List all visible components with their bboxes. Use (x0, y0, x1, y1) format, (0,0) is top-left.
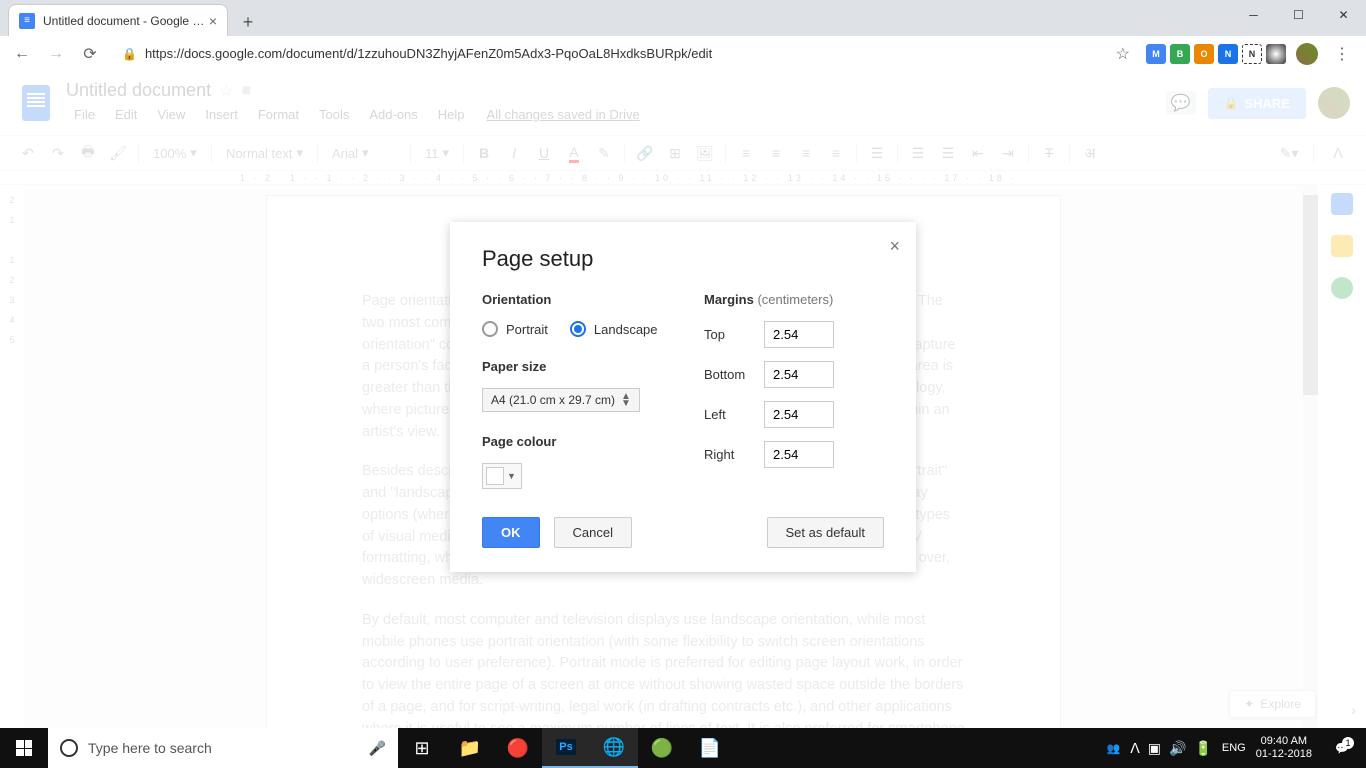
portrait-radio[interactable]: Portrait (482, 321, 548, 337)
orientation-label: Orientation (482, 292, 674, 307)
app-icon[interactable]: 🔴 (494, 728, 542, 768)
browser-tab[interactable]: ≡ Untitled document - Google Doc × (8, 4, 228, 36)
task-view-button[interactable]: ⊞ (398, 728, 446, 768)
margin-right-input[interactable] (764, 441, 834, 468)
stepper-icon: ▲▼ (621, 393, 631, 407)
bookmark-star-icon[interactable]: ☆ (1116, 44, 1130, 64)
tab-bar: ≡ Untitled document - Google Doc × + (0, 0, 1366, 36)
browser-chrome: ≡ Untitled document - Google Doc × + ─ ☐… (0, 0, 1366, 71)
notification-center-button[interactable]: 💬1 (1322, 742, 1362, 755)
profile-icon[interactable] (1296, 43, 1318, 65)
margin-bottom-label: Bottom (704, 367, 764, 382)
colour-preview (486, 467, 504, 485)
reload-button[interactable]: ⟳ (78, 42, 102, 66)
set-default-button[interactable]: Set as default (767, 517, 885, 548)
back-button[interactable]: ← (10, 42, 34, 66)
margins-label: Margins (centimeters) (704, 292, 884, 307)
utorrent-icon[interactable]: 🟢 (638, 728, 686, 768)
photoshop-icon[interactable]: Ps (542, 728, 590, 768)
language-indicator[interactable]: ENG (1222, 742, 1246, 754)
windows-taskbar: Type here to search 🎤 ⊞ 📁 🔴 Ps 🌐 🟢 📄 👥 ᐱ… (0, 728, 1366, 768)
extension-icon[interactable] (1266, 44, 1286, 64)
volume-icon[interactable]: 🔊 (1169, 740, 1186, 757)
extension-icons: M B O N N (1146, 44, 1286, 64)
tray-overflow-icon[interactable]: ᐱ (1130, 740, 1140, 757)
margin-top-label: Top (704, 327, 764, 342)
page-setup-dialog: × Page setup Orientation Portrait Landsc… (450, 222, 916, 572)
dialog-title: Page setup (482, 246, 884, 272)
url-input[interactable]: 🔒 https://docs.google.com/document/d/1zz… (112, 46, 1100, 61)
address-bar: ← → ⟳ 🔒 https://docs.google.com/document… (0, 36, 1366, 71)
window-controls: ─ ☐ ✕ (1231, 0, 1366, 30)
margin-bottom-input[interactable] (764, 361, 834, 388)
lock-icon: 🔒 (122, 47, 137, 61)
radio-icon (482, 321, 498, 337)
ok-button[interactable]: OK (482, 517, 540, 548)
dropdown-arrow-icon: ▼ (507, 471, 516, 481)
windows-logo-icon (16, 740, 32, 756)
maximize-button[interactable]: ☐ (1276, 0, 1321, 30)
mic-icon[interactable]: 🎤 (369, 740, 386, 757)
cortana-icon (60, 739, 78, 757)
minimize-button[interactable]: ─ (1231, 0, 1276, 30)
chrome-menu-button[interactable]: ⋮ (1328, 44, 1356, 64)
extension-icon[interactable]: M (1146, 44, 1166, 64)
extension-icon[interactable]: B (1170, 44, 1190, 64)
drive-icon[interactable]: ▣ (1148, 740, 1161, 757)
url-text: https://docs.google.com/document/d/1zzuh… (145, 46, 712, 61)
people-icon[interactable]: 👥 (1106, 742, 1120, 755)
tab-close-button[interactable]: × (209, 13, 217, 29)
landscape-radio[interactable]: Landscape (570, 321, 658, 337)
docs-favicon: ≡ (19, 13, 35, 29)
clock[interactable]: 09:40 AM 01-12-2018 (1256, 735, 1312, 761)
extension-icon[interactable]: N (1218, 44, 1238, 64)
margin-right-label: Right (704, 447, 764, 462)
chrome-icon[interactable]: 🌐 (590, 728, 638, 768)
cancel-button[interactable]: Cancel (554, 517, 632, 548)
extension-icon[interactable]: N (1242, 44, 1262, 64)
paper-size-select[interactable]: A4 (21.0 cm x 29.7 cm) ▲▼ (482, 388, 640, 412)
margin-left-label: Left (704, 407, 764, 422)
forward-button[interactable]: → (44, 42, 68, 66)
margin-top-input[interactable] (764, 321, 834, 348)
start-button[interactable] (0, 728, 48, 768)
margin-left-input[interactable] (764, 401, 834, 428)
tab-title: Untitled document - Google Doc (43, 14, 209, 28)
radio-icon (570, 321, 586, 337)
file-explorer-icon[interactable]: 📁 (446, 728, 494, 768)
dialog-close-button[interactable]: × (889, 236, 900, 257)
extension-icon[interactable]: O (1194, 44, 1214, 64)
paper-size-label: Paper size (482, 359, 674, 374)
battery-icon[interactable]: 🔋 (1194, 740, 1211, 757)
close-window-button[interactable]: ✕ (1321, 0, 1366, 30)
notepad-icon[interactable]: 📄 (686, 728, 734, 768)
page-colour-label: Page colour (482, 434, 674, 449)
taskbar-search[interactable]: Type here to search 🎤 (48, 728, 398, 768)
page-colour-picker[interactable]: ▼ (482, 463, 522, 489)
new-tab-button[interactable]: + (234, 8, 262, 36)
